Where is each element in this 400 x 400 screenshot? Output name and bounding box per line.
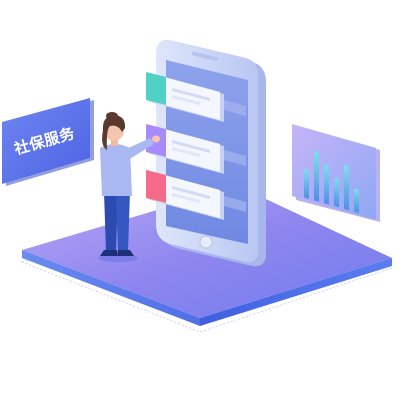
person-hand bbox=[152, 135, 160, 143]
isometric-illustration: 社保服务 bbox=[2, 39, 394, 333]
person-left-leg bbox=[104, 192, 118, 252]
person-right-leg bbox=[116, 192, 130, 252]
chart-bar bbox=[314, 150, 319, 202]
illustration-scene: 社保服务 bbox=[0, 0, 400, 400]
chart-panel bbox=[292, 124, 380, 222]
service-sign: 社保服务 bbox=[2, 98, 94, 186]
chart-bar bbox=[354, 188, 359, 214]
chart-bar bbox=[324, 164, 329, 205]
square-tile-icon bbox=[146, 72, 166, 105]
chart-bar bbox=[304, 168, 309, 199]
phone-cards bbox=[146, 72, 224, 220]
chart-bar bbox=[344, 164, 349, 211]
chart-bar bbox=[334, 177, 339, 208]
home-button-icon bbox=[199, 235, 213, 249]
square-tile-icon bbox=[146, 170, 166, 203]
